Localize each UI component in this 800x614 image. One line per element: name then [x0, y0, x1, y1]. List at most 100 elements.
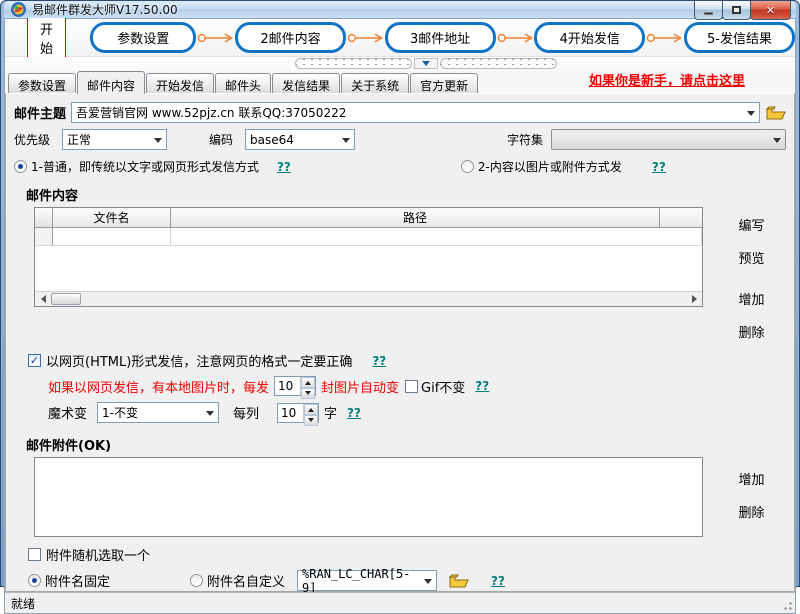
path-column-header[interactable]: 路径: [171, 208, 660, 227]
toolbar-grip-right[interactable]: [440, 58, 557, 69]
dropdown-arrow-icon[interactable]: [421, 574, 436, 588]
workflow-step-2[interactable]: 2邮件内容: [235, 22, 346, 53]
stepper-up-icon[interactable]: [301, 377, 315, 388]
attachment-name-help-link[interactable]: ??: [491, 574, 505, 588]
tab-send-result[interactable]: 发信结果: [272, 73, 340, 93]
html-mode-help-link[interactable]: ??: [372, 354, 386, 368]
table-row[interactable]: [35, 228, 702, 246]
stepper-up-icon[interactable]: [304, 404, 318, 415]
priority-label: 优先级: [14, 131, 50, 148]
content-delete-button[interactable]: 删除: [735, 320, 769, 343]
scroll-right-icon[interactable]: [686, 292, 702, 306]
toolbar-expand-button[interactable]: [414, 58, 438, 69]
mode-normal-radio[interactable]: [14, 160, 27, 173]
percol-stepper[interactable]: 10: [277, 403, 319, 423]
image-count-stepper[interactable]: 10: [274, 376, 316, 396]
maximize-button[interactable]: [722, 1, 751, 20]
encoding-label: 编码: [209, 131, 233, 148]
content-group-title: 邮件内容: [26, 185, 786, 204]
attachment-list[interactable]: [34, 457, 703, 537]
custom-name-select[interactable]: %RAN_LC_CHAR[5-9]: [297, 570, 437, 591]
content-file-table[interactable]: 文件名 路径: [34, 207, 703, 307]
dropdown-arrow-icon[interactable]: [202, 406, 218, 420]
mode-image-label: 2-内容以图片或附件方式发: [478, 158, 622, 175]
mode-normal-help-link[interactable]: ??: [277, 160, 291, 174]
start-button[interactable]: 开始: [27, 14, 66, 62]
gif-unchanged-label: Gif不变: [421, 377, 465, 396]
mode-image-help-link[interactable]: ??: [652, 160, 666, 174]
tab-about[interactable]: 关于系统: [341, 73, 409, 93]
window-controls: ✕: [695, 1, 791, 20]
attachment-add-button[interactable]: 增加: [735, 467, 769, 490]
dropdown-arrow-icon[interactable]: [769, 133, 785, 147]
toolbar-grip-left[interactable]: [295, 58, 412, 69]
workflow-bar: 开始 参数设置 2邮件内容 3邮件地址 4开始发信: [5, 19, 795, 57]
random-attachment-label: 附件随机选取一个: [46, 545, 150, 564]
charset-select[interactable]: [551, 129, 786, 150]
title-bar: 易邮件群发大师V17.50.00 ✕: [4, 1, 796, 18]
row-selector-header[interactable]: [35, 208, 53, 227]
tab-bar: 参数设置 邮件内容 开始发信 邮件头 发信结果 关于系统 官方更新 如果你是新手…: [5, 70, 795, 93]
app-window: 易邮件群发大师V17.50.00 ✕ 开始 参数设置 2邮件内容 3邮件地址: [0, 0, 800, 587]
magic-select[interactable]: 1-不变: [97, 402, 219, 423]
tab-mail-content[interactable]: 邮件内容: [77, 71, 145, 94]
dropdown-arrow-icon[interactable]: [150, 133, 166, 147]
workflow-step-3[interactable]: 3邮件地址: [385, 22, 496, 53]
compose-button[interactable]: 编写: [735, 213, 769, 236]
gif-help-link[interactable]: ??: [475, 379, 489, 393]
content-add-button[interactable]: 增加: [735, 287, 769, 310]
table-header-row: 文件名 路径: [35, 208, 702, 228]
percol-label: 每列: [233, 403, 259, 422]
subject-combobox[interactable]: 吾爱营销官网 www.52pjz.cn 联系QQ:37050222: [71, 102, 760, 123]
mode-normal-label: 1-普通，即传统以文字或网页形式发信方式: [31, 158, 259, 175]
preview-button[interactable]: 预览: [735, 246, 769, 269]
random-attachment-checkbox[interactable]: [28, 548, 41, 561]
html-mode-label: 以网页(HTML)形式发信，注意网页的格式一定要正确: [46, 351, 352, 370]
stepper-down-icon[interactable]: [301, 388, 315, 399]
gif-unchanged-checkbox[interactable]: [405, 380, 418, 393]
arrow-right-icon: [497, 32, 534, 44]
minimize-icon: [704, 12, 713, 15]
path-cell[interactable]: [171, 228, 702, 245]
priority-select[interactable]: 正常: [62, 129, 167, 150]
close-button[interactable]: ✕: [750, 1, 791, 20]
resize-grip-icon[interactable]: [780, 598, 793, 611]
workflow-step-1[interactable]: 参数设置: [90, 22, 196, 53]
custom-name-radio[interactable]: [190, 574, 203, 587]
arrow-right-icon: [197, 32, 234, 44]
open-folder-icon[interactable]: [766, 105, 786, 121]
subject-label: 邮件主题: [14, 103, 66, 122]
workflow-step-5[interactable]: 5-发信结果: [684, 22, 795, 53]
tab-params[interactable]: 参数设置: [8, 73, 76, 93]
stepper-down-icon[interactable]: [304, 415, 318, 426]
row-selector-cell[interactable]: [35, 228, 53, 245]
tab-mail-header[interactable]: 邮件头: [215, 73, 271, 93]
fixed-name-label: 附件名固定: [45, 571, 110, 590]
workflow-step-4[interactable]: 4开始发信: [534, 22, 645, 53]
percol-help-link[interactable]: ??: [347, 406, 361, 420]
scrollbar-thumb[interactable]: [51, 293, 81, 305]
arrow-right-icon: [347, 32, 384, 44]
priority-value: 正常: [67, 131, 91, 148]
tab-start-send[interactable]: 开始发信: [146, 73, 214, 93]
dropdown-arrow-icon[interactable]: [338, 133, 354, 147]
fixed-name-radio[interactable]: [28, 574, 41, 587]
table-horizontal-scrollbar[interactable]: [35, 291, 702, 306]
encoding-select[interactable]: base64: [245, 129, 355, 150]
scroll-left-icon[interactable]: [35, 292, 51, 306]
newbie-help-link[interactable]: 如果你是新手，请点击这里: [589, 70, 745, 89]
subject-value: 吾爱营销官网 www.52pjz.cn 联系QQ:37050222: [76, 104, 346, 121]
status-text: 就绪: [11, 595, 35, 612]
tab-update[interactable]: 官方更新: [410, 73, 478, 93]
html-mode-checkbox[interactable]: [28, 354, 41, 367]
attachment-delete-button[interactable]: 删除: [735, 500, 769, 523]
toolbar-collapse-strip: [5, 57, 795, 70]
filename-cell[interactable]: [53, 228, 171, 245]
custom-name-label: 附件名自定义: [207, 571, 285, 590]
mode-image-radio[interactable]: [461, 160, 474, 173]
minimize-button[interactable]: [694, 1, 723, 20]
dropdown-arrow-icon[interactable]: [743, 106, 759, 120]
filename-column-header[interactable]: 文件名: [53, 208, 171, 227]
magic-value: 1-不变: [102, 404, 138, 421]
open-folder-icon[interactable]: [449, 573, 469, 589]
